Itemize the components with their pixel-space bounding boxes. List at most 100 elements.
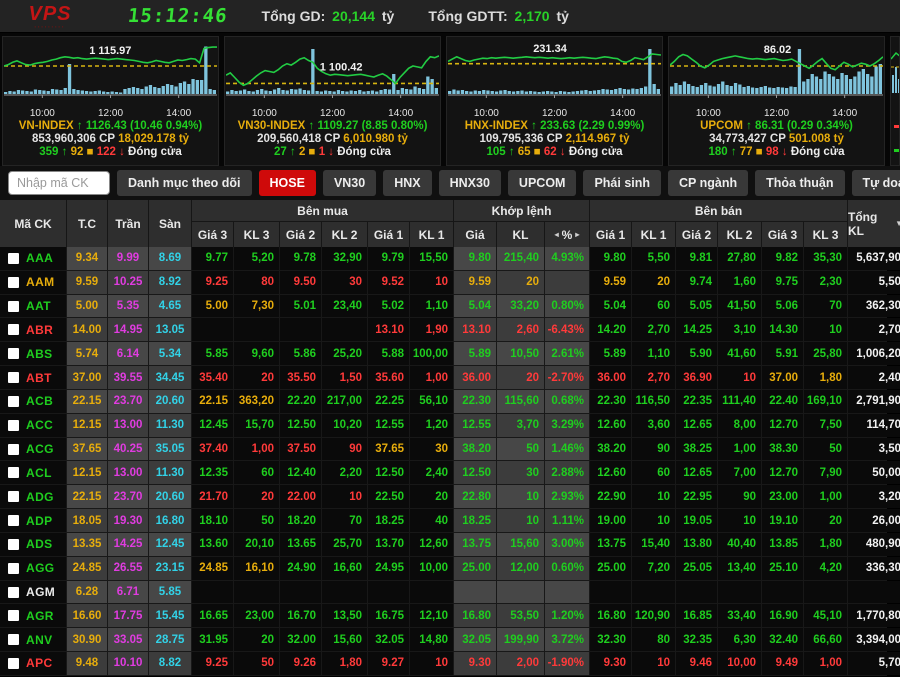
row-checkbox[interactable]	[8, 515, 19, 526]
percent-prev-icon[interactable]: ◂	[555, 230, 559, 239]
ticker-label[interactable]: ABT	[26, 371, 52, 385]
ticker-label[interactable]: ADG	[26, 490, 54, 504]
table-row[interactable]: ABS5.746.145.345.859,605.8625,205.88100,…	[0, 342, 887, 365]
symbol-cell: ADP	[0, 509, 66, 532]
tab-tự-doanh[interactable]: Tự doanh	[852, 170, 900, 196]
ref-price-cell: 18.05	[67, 509, 107, 532]
index-panel-upcom[interactable]: 86.0210:0012:0014:00UPCOM ↑ 86.31 (0.29 …	[668, 36, 885, 166]
index-panel-vn-index[interactable]: 1 115.9710:0012:0014:00VN-INDEX ↑ 1126.4…	[2, 36, 219, 166]
row-checkbox[interactable]	[8, 491, 19, 502]
tab-vn30[interactable]: VN30	[323, 170, 376, 196]
table-row[interactable]: ANV30.9033.0528.7531.952032.0015,6032.05…	[0, 628, 887, 651]
ticker-label[interactable]: AGG	[26, 561, 55, 575]
ticker-label[interactable]: ADP	[26, 514, 53, 528]
table-row[interactable]: ACB22.1523.7020.6022.15363,2022.20217,00…	[0, 390, 887, 413]
tab-danh-mục-theo-dõi[interactable]: Danh mục theo dõi	[117, 170, 252, 196]
buy-volume-cell: 15,50	[410, 247, 453, 270]
ticker-label[interactable]: AGM	[26, 585, 55, 599]
row-checkbox[interactable]	[8, 396, 19, 407]
tab-thỏa-thuận[interactable]: Thỏa thuận	[755, 170, 844, 196]
col-match-percent: ◂%▸	[545, 222, 589, 247]
ticker-label[interactable]: AAM	[26, 275, 55, 289]
table-row[interactable]: ACC12.1513.0011.3012.4515,7012.5010,2012…	[0, 414, 887, 437]
index-panel-hnx-index[interactable]: 231.3410:0012:0014:00HNX-INDEX ↑ 233.63 …	[446, 36, 663, 166]
search-input[interactable]	[8, 171, 110, 195]
row-checkbox[interactable]	[8, 372, 19, 383]
tab-cp-ngành[interactable]: CP ngành	[668, 170, 748, 196]
symbol-cell: AGR	[0, 604, 66, 627]
ceiling-price-cell: 39.55	[108, 366, 148, 389]
sell-volume-cell: 7,90	[804, 461, 847, 484]
buy-volume-cell: 56,10	[410, 390, 453, 413]
table-row[interactable]: AGM6.286.715.85	[0, 581, 887, 604]
ticker-label[interactable]: ACL	[26, 466, 52, 480]
match-volume-cell: 20	[497, 366, 544, 389]
row-checkbox[interactable]	[8, 467, 19, 478]
ticker-label[interactable]: AAA	[26, 251, 53, 265]
row-checkbox[interactable]	[8, 539, 19, 550]
table-row[interactable]: ABT37.0039.5534.4535.402035.501,5035.601…	[0, 366, 887, 389]
x-axis-labels: 10:0012:0014:00	[226, 108, 439, 120]
total-volume-cell: 5,70	[848, 652, 900, 675]
ceiling-price-cell: 33.05	[108, 628, 148, 651]
col-ceiling: Trần	[108, 200, 148, 247]
table-row[interactable]: AAA9.349.998.699.775,209.7832,909.7915,5…	[0, 247, 887, 270]
col-buy-giá1: Giá 1	[368, 222, 409, 247]
row-checkbox[interactable]	[8, 277, 19, 288]
row-checkbox[interactable]	[8, 444, 19, 455]
row-checkbox[interactable]	[8, 348, 19, 359]
ticker-label[interactable]: AGR	[26, 609, 54, 623]
row-checkbox[interactable]	[8, 420, 19, 431]
index-panel-vn30-index[interactable]: 1 100.4210:0012:0014:00VN30-INDEX ↑ 1109…	[224, 36, 441, 166]
table-row[interactable]: ADG22.1523.7020.6021.702022.001022.50202…	[0, 485, 887, 508]
row-checkbox[interactable]	[8, 301, 19, 312]
row-checkbox[interactable]	[8, 324, 19, 335]
match-volume-cell: 2,60	[497, 318, 544, 341]
table-row[interactable]: ADP18.0519.3016.8018.105018.207018.25401…	[0, 509, 887, 532]
ticker-label[interactable]: AAT	[26, 299, 51, 313]
table-row[interactable]: APC9.4810.108.829.25509.261,809.27109.30…	[0, 652, 887, 675]
match-price-cell: 9.30	[454, 652, 496, 675]
ticker-label[interactable]: ANV	[26, 633, 53, 647]
total-volume-cell: 3,20	[848, 485, 900, 508]
tab-hose[interactable]: HOSE	[259, 170, 316, 196]
row-checkbox[interactable]	[8, 610, 19, 621]
tab-upcom[interactable]: UPCOM	[508, 170, 577, 196]
table-row[interactable]: AAM9.5910.258.929.25809.50309.52109.5920…	[0, 271, 887, 294]
table-row[interactable]: ADS13.3514.2512.4513.6020,1013.6525,7013…	[0, 533, 887, 556]
row-checkbox[interactable]	[8, 658, 19, 669]
market-tab-bar: Danh mục theo dõi HOSE VN30 HNX HNX30 UPCOMPh…	[0, 166, 900, 200]
buy-volume-cell: 20,10	[234, 533, 279, 556]
row-checkbox[interactable]	[8, 253, 19, 264]
total-gd-label: Tổng GD:	[262, 8, 326, 24]
ref-price-cell: 37.65	[67, 438, 107, 461]
row-checkbox[interactable]	[8, 587, 19, 598]
tab-phái-sinh[interactable]: Phái sinh	[583, 170, 661, 196]
col-total-sort[interactable]: Tổng KL▼	[848, 200, 900, 247]
row-checkbox[interactable]	[8, 563, 19, 574]
ticker-label[interactable]: ABS	[26, 347, 53, 361]
match-price-cell: 22.30	[454, 390, 496, 413]
ticker-label[interactable]: ABR	[26, 323, 53, 337]
buy-price-cell: 24.85	[192, 557, 233, 580]
table-row[interactable]: ACL12.1513.0011.3012.356012.402,2012.502…	[0, 461, 887, 484]
ticker-label[interactable]: ACG	[26, 442, 54, 456]
match-volume-cell: 3,70	[497, 414, 544, 437]
ticker-label[interactable]: APC	[26, 656, 53, 670]
match-volume-cell: 33,20	[497, 295, 544, 318]
sell-price-cell: 38.30	[762, 438, 803, 461]
table-row[interactable]: AGR16.6017.7515.4516.6523,0016.7013,5016…	[0, 604, 887, 627]
tab-hnx[interactable]: HNX	[383, 170, 431, 196]
ticker-label[interactable]: ACB	[26, 394, 53, 408]
tab-hnx30[interactable]: HNX30	[439, 170, 501, 196]
table-row[interactable]: AAT5.005.354.655.007,305.0123,405.021,10…	[0, 295, 887, 318]
table-row[interactable]: ACG37.6540.2535.0537.401,0037.509037.653…	[0, 438, 887, 461]
index-shares: 109,795,336 CP	[479, 133, 565, 145]
table-row[interactable]: AGG24.8526.5523.1524.8516,1024.9016,6024…	[0, 557, 887, 580]
ticker-label[interactable]: ADS	[26, 537, 53, 551]
table-row[interactable]: ABR14.0014.9513.0513.101,9013.102,60-6.4…	[0, 318, 887, 341]
percent-next-icon[interactable]: ▸	[575, 230, 579, 239]
ticker-label[interactable]: ACC	[26, 418, 53, 432]
buy-price-cell: 18.10	[192, 509, 233, 532]
row-checkbox[interactable]	[8, 634, 19, 645]
